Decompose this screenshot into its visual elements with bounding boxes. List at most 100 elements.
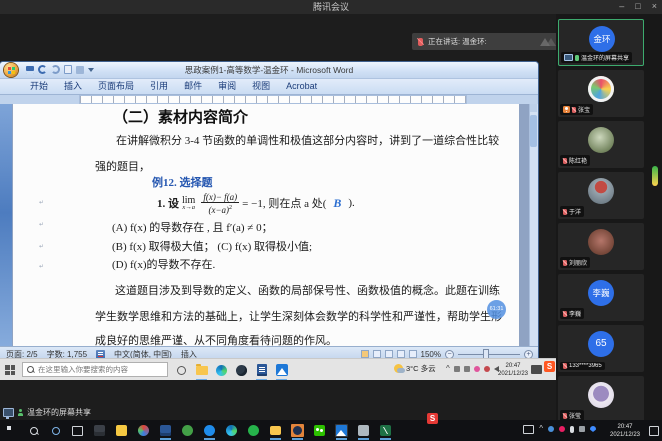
scrollbar-thumb[interactable] bbox=[530, 115, 537, 147]
taskbar-search-box[interactable]: 在这里输入你要搜索的内容 bbox=[22, 362, 168, 377]
avatar bbox=[588, 178, 614, 204]
tray-icon[interactable] bbox=[579, 426, 585, 432]
weather-widget[interactable]: 3°C 多云 bbox=[394, 363, 436, 374]
calculator-app-icon[interactable] bbox=[93, 424, 106, 437]
scroll-up-icon[interactable] bbox=[530, 104, 537, 112]
recycle-app-icon[interactable] bbox=[181, 424, 194, 437]
qat-dropdown-icon[interactable] bbox=[88, 68, 94, 72]
touch-keyboard-icon[interactable] bbox=[531, 365, 542, 374]
participant-tile[interactable]: 张莹 bbox=[558, 376, 644, 423]
document-page[interactable]: （二）素材内容简介 在讲解微积分 3-4 节函数的单调性和极值这部分内容时，讲到… bbox=[13, 104, 519, 346]
question-close: ). bbox=[348, 197, 354, 209]
fullscreen-view-button[interactable] bbox=[373, 350, 381, 358]
horizontal-ruler[interactable] bbox=[0, 95, 538, 104]
web-layout-view-button[interactable] bbox=[385, 350, 393, 358]
tray-icon[interactable] bbox=[464, 366, 470, 372]
participant-tile[interactable]: 刘丽欣 bbox=[558, 223, 644, 270]
task-view-icon[interactable] bbox=[71, 424, 84, 437]
word-app-icon[interactable] bbox=[255, 363, 268, 377]
weather-icon bbox=[394, 364, 403, 373]
doc-question-line: 1. 设 lim x→a f(x)− f(a) (x−a)2 = −1, 则在点… bbox=[157, 190, 355, 216]
outline-view-button[interactable] bbox=[397, 350, 405, 358]
start-icon[interactable] bbox=[5, 424, 18, 437]
participant-name: 刘丽欣 bbox=[569, 258, 587, 267]
sogou-input-icon[interactable]: S bbox=[427, 413, 438, 424]
green-app-icon[interactable] bbox=[247, 424, 260, 437]
task-view-button[interactable] bbox=[175, 363, 188, 377]
draft-view-button[interactable] bbox=[409, 350, 417, 358]
undo-button[interactable] bbox=[38, 65, 47, 74]
minimize-button[interactable]: – bbox=[619, 0, 624, 14]
redo-button[interactable] bbox=[51, 65, 60, 74]
tray-pink-icon[interactable] bbox=[559, 426, 565, 432]
photos-app-icon[interactable] bbox=[335, 424, 348, 437]
tab-page-layout[interactable]: 页面布局 bbox=[90, 79, 142, 94]
cortana-icon[interactable] bbox=[49, 424, 62, 437]
tab-references[interactable]: 引用 bbox=[142, 79, 176, 94]
save-button[interactable] bbox=[26, 66, 34, 74]
taskbar-clock[interactable]: 20:47 2021/12/23 bbox=[602, 423, 648, 439]
notebook-app-icon[interactable] bbox=[357, 424, 370, 437]
local-taskbar: S ^ 20:47 2021/12/23 bbox=[0, 420, 662, 441]
security-shield-icon[interactable] bbox=[590, 426, 596, 432]
notes-app-icon[interactable] bbox=[115, 424, 128, 437]
participant-name: 李巍 bbox=[569, 309, 581, 318]
tray-icon[interactable] bbox=[548, 426, 554, 432]
notification-center-icon[interactable] bbox=[649, 426, 659, 436]
office-button[interactable] bbox=[4, 63, 18, 77]
tab-view[interactable]: 视图 bbox=[244, 79, 278, 94]
doc-paragraph1-line2: 强的题目， bbox=[95, 158, 150, 174]
display-tray-icon[interactable] bbox=[523, 425, 534, 434]
maximize-button[interactable]: □ bbox=[635, 0, 640, 14]
browser-360-icon[interactable] bbox=[137, 424, 150, 437]
meeting-bottom-strip: 温金环的屏幕共享 bbox=[0, 380, 556, 420]
tray-pink-icon[interactable] bbox=[474, 366, 480, 372]
avatar: 65 bbox=[588, 331, 614, 357]
participant-tile[interactable]: 陈红艳 bbox=[558, 121, 644, 168]
share-banner-label: 温金环的屏幕共享 bbox=[27, 407, 91, 418]
tencent-meeting-window: 腾讯会议 – □ × 正在讲话: 温金环: 思政案例1-高等数学-温金环 - M… bbox=[0, 0, 662, 441]
tray-red-icon[interactable] bbox=[484, 366, 490, 372]
participant-tile[interactable]: 金环 温金环的屏幕共享 bbox=[558, 19, 644, 66]
zoom-slider[interactable] bbox=[458, 354, 520, 355]
edge-browser-icon[interactable] bbox=[215, 363, 228, 377]
dark-app-icon[interactable] bbox=[235, 363, 248, 377]
search-icon[interactable] bbox=[27, 424, 40, 437]
participant-tile[interactable]: 张宝 bbox=[558, 70, 644, 117]
print-layout-view-button[interactable] bbox=[361, 350, 369, 358]
participant-tile[interactable]: 李巍 李巍 bbox=[558, 274, 644, 321]
tab-insert[interactable]: 插入 bbox=[56, 79, 90, 94]
floating-timer-badge[interactable]: 61:31 bbox=[487, 300, 506, 319]
tencent-meeting-app-icon[interactable] bbox=[291, 424, 304, 437]
taskbar-clock[interactable]: 20:47 2021/12/23 bbox=[497, 362, 529, 378]
participants-panel: 金环 温金环的屏幕共享 张宝 陈红艳 于洋 刘丽欣 李巍 李巍 65 133**… bbox=[556, 14, 662, 420]
tab-mailings[interactable]: 邮件 bbox=[176, 79, 210, 94]
sidebar-scroll-indicator[interactable] bbox=[652, 166, 658, 186]
participant-tile[interactable]: 于洋 bbox=[558, 172, 644, 219]
fraction: f(x)− f(a) (x−a)2 bbox=[201, 192, 239, 215]
desktop-edge-strip bbox=[0, 104, 12, 346]
print-button[interactable] bbox=[76, 66, 84, 74]
vertical-scrollbar[interactable] bbox=[529, 104, 538, 346]
tray-icon[interactable] bbox=[454, 366, 460, 372]
tab-review[interactable]: 审阅 bbox=[210, 79, 244, 94]
sogou-input-icon[interactable]: S bbox=[544, 361, 555, 372]
excel-app-icon[interactable] bbox=[379, 424, 392, 437]
print-preview-button[interactable] bbox=[64, 65, 72, 74]
wechat-app-icon[interactable] bbox=[313, 424, 326, 437]
photos-app-icon[interactable] bbox=[275, 363, 288, 377]
microphone-tray-icon[interactable] bbox=[570, 426, 574, 433]
file-explorer-icon[interactable] bbox=[195, 363, 208, 377]
participant-tile[interactable]: 65 133****3965 bbox=[558, 325, 644, 372]
qq-browser-icon[interactable] bbox=[203, 424, 216, 437]
tray-chevron-icon[interactable]: ^ bbox=[446, 364, 450, 374]
start-icon[interactable] bbox=[5, 365, 15, 375]
tab-home[interactable]: 开始 bbox=[22, 79, 56, 94]
screen-share-icon bbox=[3, 408, 14, 417]
tab-acrobat[interactable]: Acrobat bbox=[278, 79, 325, 94]
word-app-icon[interactable] bbox=[159, 424, 172, 437]
tray-chevron-icon[interactable]: ^ bbox=[539, 424, 543, 434]
file-explorer-icon[interactable] bbox=[269, 424, 282, 437]
edge-browser-icon[interactable] bbox=[225, 424, 238, 437]
close-button[interactable]: × bbox=[652, 0, 657, 14]
